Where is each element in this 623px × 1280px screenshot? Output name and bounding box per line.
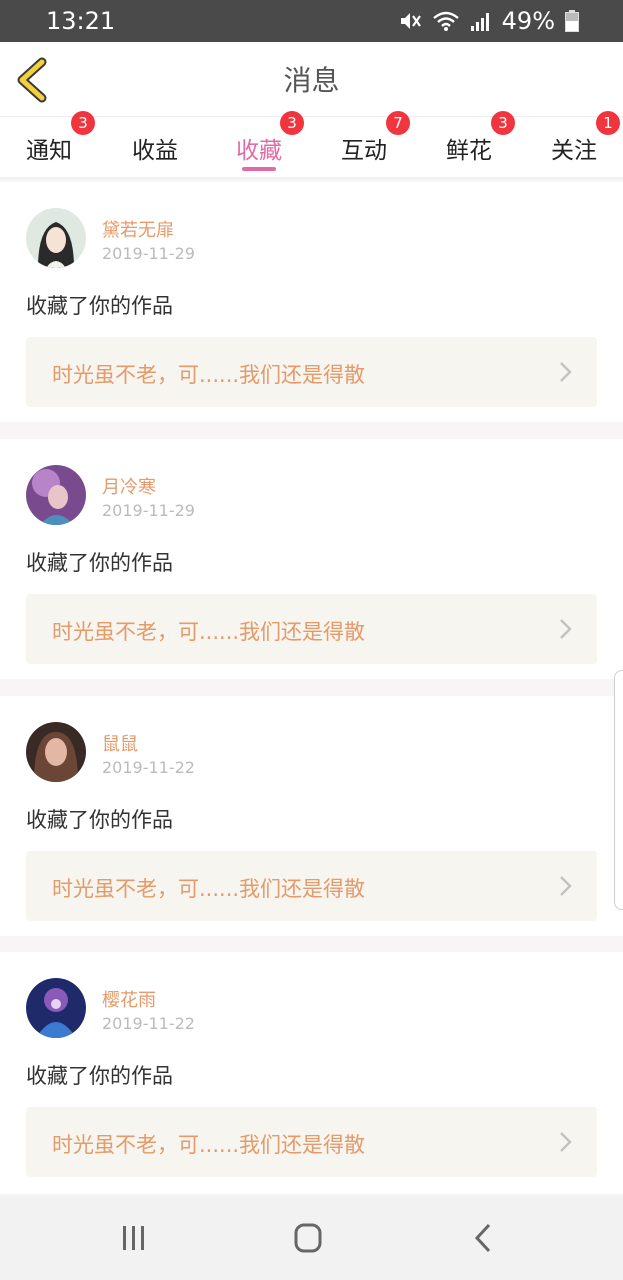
message-card: 黛若无扉 2019-11-29 收藏了你的作品 时光虽不老，可......我们还… <box>0 182 623 422</box>
message-card: 鼠鼠 2019-11-22 收藏了你的作品 时光虽不老，可......我们还是得… <box>0 696 623 936</box>
message-card: 樱花雨 2019-11-22 收藏了你的作品 时光虽不老，可......我们还是… <box>0 952 623 1194</box>
signal-icon <box>470 11 492 31</box>
user-name[interactable]: 鼠鼠 <box>102 730 138 756</box>
chevron-left-icon <box>17 57 47 103</box>
battery-percent: 49% <box>501 7 555 35</box>
active-tab-indicator <box>242 167 276 171</box>
tab-bar: 通知 3 收益 收藏 3 互动 7 鲜花 3 关注 1 <box>0 111 623 179</box>
avatar[interactable] <box>26 208 86 268</box>
tab-label: 关注 <box>551 138 597 164</box>
chevron-right-icon <box>560 1132 572 1152</box>
tab-label: 互动 <box>341 138 387 164</box>
tab-badge: 1 <box>596 111 620 135</box>
user-name[interactable]: 樱花雨 <box>102 986 156 1012</box>
message-date: 2019-11-22 <box>102 758 195 777</box>
chevron-right-icon <box>560 362 572 382</box>
status-indicators: 49% <box>398 7 579 35</box>
work-title: 时光虽不老，可......我们还是得散 <box>52 363 366 387</box>
page-title: 消息 <box>283 64 340 97</box>
chevron-right-icon <box>560 619 572 639</box>
action-text: 收藏了你的作品 <box>26 294 173 318</box>
work-link[interactable]: 时光虽不老，可......我们还是得散 <box>26 851 597 921</box>
scroll-handle[interactable] <box>614 670 623 910</box>
tab-label: 收益 <box>132 138 178 164</box>
user-name[interactable]: 黛若无扉 <box>102 216 174 242</box>
tab-label: 收藏 <box>236 138 282 164</box>
work-title: 时光虽不老，可......我们还是得散 <box>52 1133 366 1157</box>
status-time: 13:21 <box>46 7 116 35</box>
tab-badge: 3 <box>71 111 95 135</box>
user-name[interactable]: 月冷寒 <box>102 473 156 499</box>
status-bar: 13:21 49% <box>0 0 623 42</box>
chevron-right-icon <box>560 876 572 896</box>
home-icon[interactable] <box>288 1222 328 1254</box>
action-text: 收藏了你的作品 <box>26 1064 173 1088</box>
back-icon[interactable] <box>464 1222 504 1254</box>
recent-apps-icon[interactable] <box>114 1222 154 1254</box>
avatar[interactable] <box>26 722 86 782</box>
app-header: 消息 <box>0 42 623 117</box>
message-date: 2019-11-22 <box>102 1014 195 1033</box>
tab-label: 鲜花 <box>446 138 492 164</box>
work-link[interactable]: 时光虽不老，可......我们还是得散 <box>26 1107 597 1177</box>
tab-badge: 3 <box>280 111 304 135</box>
tab-label: 通知 <box>26 138 72 164</box>
tab-earnings[interactable]: 收益 <box>106 117 204 179</box>
tab-badge: 7 <box>386 111 410 135</box>
work-title: 时光虽不老，可......我们还是得散 <box>52 620 366 644</box>
navigation-bar <box>0 1196 623 1280</box>
action-text: 收藏了你的作品 <box>26 808 173 832</box>
avatar[interactable] <box>26 978 86 1038</box>
message-date: 2019-11-29 <box>102 501 195 520</box>
tab-badge: 3 <box>491 111 515 135</box>
action-text: 收藏了你的作品 <box>26 551 173 575</box>
work-link[interactable]: 时光虽不老，可......我们还是得散 <box>26 337 597 407</box>
work-link[interactable]: 时光虽不老，可......我们还是得散 <box>26 594 597 664</box>
wifi-icon <box>432 10 460 32</box>
back-button[interactable] <box>14 56 54 104</box>
avatar[interactable] <box>26 465 86 525</box>
work-title: 时光虽不老，可......我们还是得散 <box>52 877 366 901</box>
message-date: 2019-11-29 <box>102 244 195 263</box>
messages-screen: 13:21 49% 消息 通知 3 收益 收藏 3 互动 7 鲜花 3 关注 1… <box>0 0 623 1280</box>
mute-icon <box>398 10 422 32</box>
message-card: 月冷寒 2019-11-29 收藏了你的作品 时光虽不老，可......我们还是… <box>0 439 623 679</box>
battery-icon <box>565 10 579 32</box>
